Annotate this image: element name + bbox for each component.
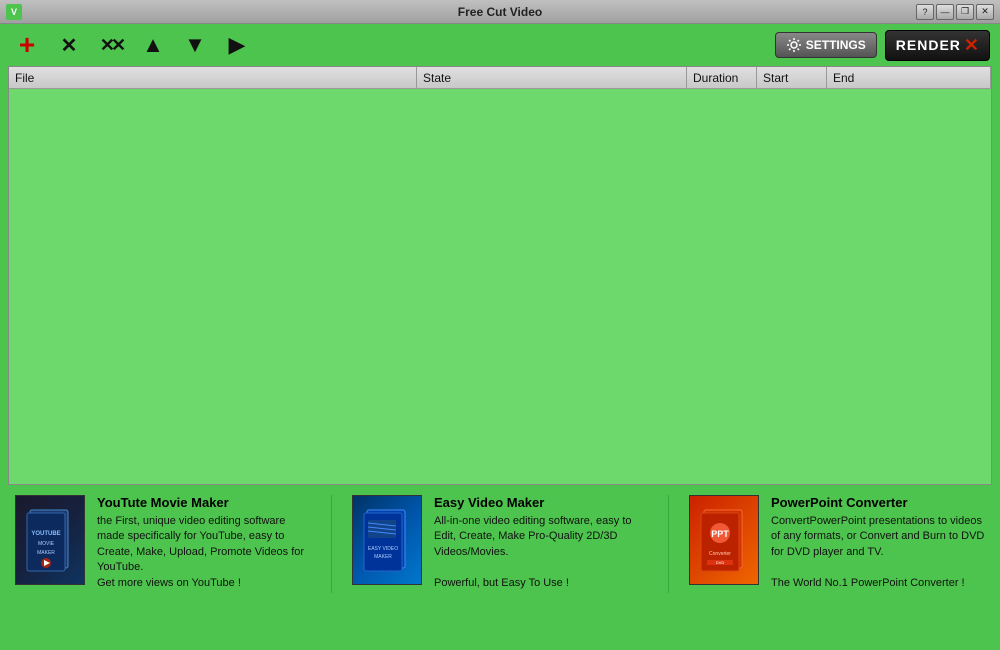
gear-icon (786, 37, 802, 53)
promo-box-3: PPT Converter DVD (690, 496, 758, 584)
svg-text:V: V (11, 7, 17, 17)
promo-text-easy-video: Easy Video Maker All-in-one video editin… (434, 495, 648, 591)
svg-text:MOVIE: MOVIE (38, 541, 55, 547)
promo-title-ppt: PowerPoint Converter (771, 495, 985, 510)
promo-divider-2 (668, 495, 669, 593)
promo-item-ppt: PPT Converter DVD PowerPoint Converter C… (689, 495, 985, 591)
promo-section: YOUTUBE MOVIE MAKER YouTute Movie Maker … (0, 485, 1000, 603)
table-header: File State Duration Start End (9, 67, 991, 89)
column-duration: Duration (687, 67, 757, 88)
remove-icon: ✕ (61, 33, 78, 58)
promo-image-easy-video[interactable]: EASY VIDEO MAKER (352, 495, 422, 585)
promo-image-youtube[interactable]: YOUTUBE MOVIE MAKER (15, 495, 85, 585)
promo-desc-youtube: the First, unique video editing software… (97, 514, 311, 591)
toolbar: + ✕ ✕✕ ▲ ▼ ▶ SETTINGS REN (0, 24, 1000, 66)
column-file: File (9, 67, 417, 88)
help-button[interactable]: ? (916, 4, 934, 20)
restore-button[interactable]: ❐ (956, 4, 974, 20)
svg-text:MAKER: MAKER (374, 554, 392, 560)
promo-divider-1 (331, 495, 332, 593)
promo-item-youtube: YOUTUBE MOVIE MAKER YouTute Movie Maker … (15, 495, 311, 591)
promo-box-1: YOUTUBE MOVIE MAKER (16, 496, 84, 584)
add-button[interactable]: + (10, 28, 44, 62)
promo-image-ppt[interactable]: PPT Converter DVD (689, 495, 759, 585)
column-state: State (417, 67, 687, 88)
add-icon: + (19, 31, 35, 59)
close-button[interactable]: ✕ (976, 4, 994, 20)
svg-text:DVD: DVD (716, 560, 725, 565)
move-up-button[interactable]: ▲ (136, 28, 170, 62)
move-down-button[interactable]: ▼ (178, 28, 212, 62)
render-button[interactable]: RENDER ✕ (885, 30, 990, 61)
promo-desc-ppt: ConvertPowerPoint presentations to video… (771, 514, 985, 591)
minimize-button[interactable]: — (936, 4, 954, 20)
render-x-icon: ✕ (964, 35, 979, 56)
window-controls: ? — ❐ ✕ (916, 4, 994, 20)
move-up-icon: ▲ (142, 32, 164, 58)
play-icon: ▶ (229, 32, 246, 58)
promo-text-ppt: PowerPoint Converter ConvertPowerPoint p… (771, 495, 985, 591)
render-label: RENDER (896, 37, 961, 53)
title-bar: V Free Cut Video ? — ❐ ✕ (0, 0, 1000, 24)
svg-text:EASY VIDEO: EASY VIDEO (368, 546, 398, 552)
remove-all-button[interactable]: ✕✕ (94, 28, 128, 62)
settings-label: SETTINGS (806, 38, 866, 52)
remove-all-icon: ✕✕ (100, 35, 122, 56)
move-down-icon: ▼ (184, 32, 206, 58)
promo-title-easy-video: Easy Video Maker (434, 495, 648, 510)
promo-box-2: EASY VIDEO MAKER (353, 496, 421, 584)
window-title: Free Cut Video (458, 5, 542, 19)
toolbar-right: SETTINGS RENDER ✕ (775, 30, 990, 61)
promo-desc-easy-video: All-in-one video editing software, easy … (434, 514, 648, 591)
svg-text:YOUTUBE: YOUTUBE (31, 531, 60, 537)
play-button[interactable]: ▶ (220, 28, 254, 62)
svg-text:Converter: Converter (709, 551, 731, 557)
column-end: End (827, 67, 991, 88)
svg-text:PPT: PPT (711, 529, 729, 539)
table-body (9, 89, 991, 484)
toolbar-left: + ✕ ✕✕ ▲ ▼ ▶ (10, 28, 254, 62)
promo-title-youtube: YouTute Movie Maker (97, 495, 311, 510)
settings-button[interactable]: SETTINGS (775, 32, 877, 58)
app-icon: V (6, 4, 22, 20)
promo-item-easy-video: EASY VIDEO MAKER Easy Video Maker All-in… (352, 495, 648, 591)
svg-text:MAKER: MAKER (37, 550, 55, 556)
file-table: File State Duration Start End (8, 66, 992, 485)
column-start: Start (757, 67, 827, 88)
promo-text-youtube: YouTute Movie Maker the First, unique vi… (97, 495, 311, 591)
remove-button[interactable]: ✕ (52, 28, 86, 62)
